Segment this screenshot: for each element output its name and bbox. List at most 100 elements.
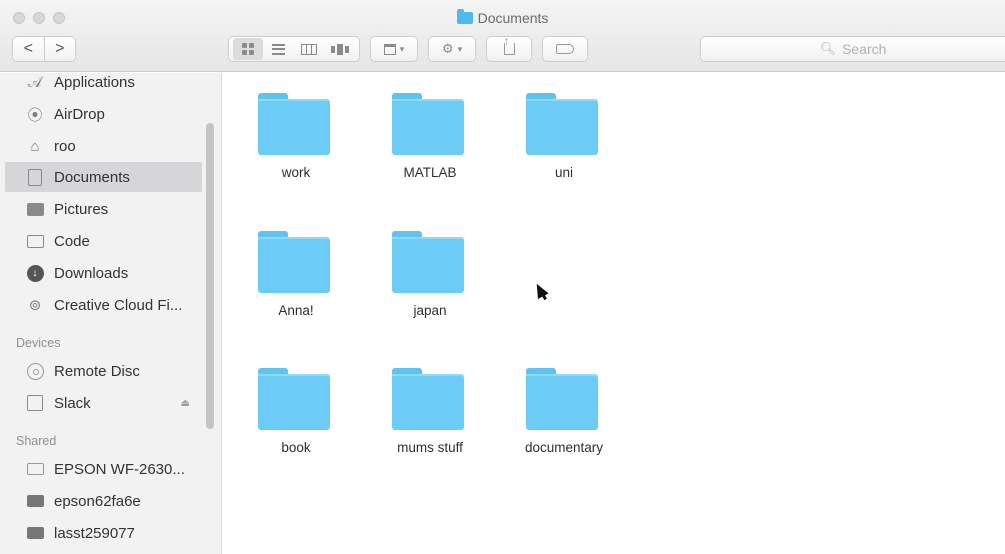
sidebar-item-label: EPSON WF-2630...: [54, 460, 185, 478]
folder-item[interactable]: uni: [499, 79, 619, 189]
sidebar-item-label: Downloads: [54, 264, 129, 282]
remote-disc-icon: [25, 362, 45, 380]
pictures-icon: [25, 200, 45, 218]
list-view-icon: [272, 43, 286, 55]
sidebar-item-label: Documents: [54, 168, 130, 186]
sidebar: 𝒜 Applications ⦿ AirDrop ⌂ roo Documents…: [0, 73, 222, 554]
icon-view-button[interactable]: [233, 38, 263, 60]
folder-icon: [258, 93, 330, 155]
arrange-button[interactable]: ▾: [370, 36, 418, 62]
action-button[interactable]: ⚙ ▾: [428, 36, 476, 62]
folder-icon: [392, 231, 464, 293]
search-icon: 🔍︎: [819, 41, 837, 56]
folder-item[interactable]: book: [231, 354, 351, 464]
folder-icon: [392, 93, 464, 155]
devices-heading: Devices: [16, 336, 61, 350]
sidebar-item-airdrop[interactable]: ⦿ AirDrop: [5, 99, 202, 129]
sidebar-item-remote-disc[interactable]: Remote Disc: [5, 356, 202, 386]
folder-label: mums stuff: [397, 440, 463, 455]
sidebar-item-label: Remote Disc: [54, 362, 140, 380]
chevron-down-icon: ▾: [457, 43, 463, 54]
tag-icon: [556, 44, 574, 54]
folder-label: MATLAB: [403, 165, 457, 180]
cover-flow-icon: [330, 43, 349, 55]
sidebar-item-code[interactable]: Code: [5, 226, 202, 256]
folder-icon: [25, 232, 45, 250]
sidebar-item-documents[interactable]: Documents: [5, 162, 202, 192]
sidebar-item-epson-wf-2630[interactable]: EPSON WF-2630...: [5, 454, 202, 484]
chevron-down-icon: ▾: [399, 43, 405, 54]
sidebar-item-label: Applications: [54, 73, 135, 91]
sidebar-item-pictures[interactable]: Pictures: [5, 194, 202, 224]
sidebar-item-creative-cloud[interactable]: ⊚ Creative Cloud Fi...: [5, 290, 202, 320]
folder-item[interactable]: MATLAB: [365, 79, 485, 189]
printer-icon: [25, 460, 45, 478]
documents-icon: [25, 168, 45, 186]
folder-label: book: [281, 440, 311, 455]
chevron-left-icon: <: [23, 40, 33, 57]
eject-icon[interactable]: ⏏: [181, 398, 190, 409]
folder-label: uni: [554, 165, 573, 180]
creative-cloud-icon: ⊚: [28, 297, 42, 314]
toolbar: Documents < > ▾ ⚙ ▾ ↑ 🔍︎ Search: [0, 0, 1005, 72]
folder-icon: [258, 231, 330, 293]
shared-heading: Shared: [16, 434, 57, 448]
sidebar-item-label: lasst259077: [54, 524, 135, 542]
sidebar-scrollbar[interactable]: [206, 123, 214, 429]
sidebar-item-label: Code: [54, 232, 90, 250]
back-button[interactable]: <: [13, 37, 44, 61]
folder-item[interactable]: Anna!: [231, 217, 351, 327]
sidebar-item-label: Pictures: [54, 200, 109, 218]
folder-item[interactable]: mums stuff: [365, 354, 485, 464]
edit-tags-button[interactable]: [542, 36, 588, 62]
search-placeholder: Search: [842, 41, 887, 57]
window-title: Documents: [0, 9, 1005, 28]
folder-icon: [258, 368, 330, 430]
finder-window: Documents < > ▾ ⚙ ▾ ↑ 🔍︎ Search 𝒜 Applic…: [0, 0, 1005, 554]
view-mode-control: [228, 36, 360, 62]
navigation-buttons: < >: [12, 36, 76, 62]
folder-item[interactable]: documentary: [499, 354, 619, 464]
folder-label: japan: [413, 303, 447, 318]
sidebar-item-label: Creative Cloud Fi...: [54, 296, 183, 314]
computer-icon: [25, 492, 45, 510]
drive-icon: [25, 394, 45, 412]
column-view-icon: [301, 43, 318, 55]
downloads-icon: ↓: [25, 264, 45, 282]
file-grid: work MATLAB uni Anna! japan book mums st…: [223, 73, 1005, 554]
sidebar-item-lasst259077[interactable]: lasst259077: [5, 518, 202, 548]
folder-item[interactable]: work: [231, 79, 351, 189]
gear-icon: ⚙: [441, 41, 454, 56]
folder-icon: [456, 9, 473, 24]
chevron-right-icon: >: [55, 40, 65, 57]
cover-flow-button[interactable]: [325, 38, 355, 60]
sidebar-item-roo[interactable]: ⌂ roo: [5, 131, 202, 161]
search-input[interactable]: 🔍︎ Search: [700, 36, 1005, 62]
share-icon: [503, 34, 515, 55]
list-view-button[interactable]: [264, 38, 294, 60]
folder-item[interactable]: japan: [365, 217, 485, 327]
sidebar-item-downloads[interactable]: ↓ Downloads: [5, 258, 202, 288]
home-icon: ⌂: [30, 137, 40, 155]
folder-icon: [526, 93, 598, 155]
folder-label: Anna!: [278, 303, 314, 318]
applications-icon: 𝒜: [27, 73, 43, 91]
folder-label: work: [281, 165, 311, 180]
sidebar-item-label: AirDrop: [54, 105, 105, 123]
airdrop-icon: ⦿: [27, 106, 43, 124]
sidebar-item-applications[interactable]: 𝒜 Applications: [5, 73, 202, 97]
sidebar-item-epson62fa6e[interactable]: epson62fa6e: [5, 486, 202, 516]
arrange-icon: [383, 43, 396, 55]
icon-view-icon: [242, 43, 254, 55]
computer-icon: [25, 524, 45, 542]
folder-icon: [392, 368, 464, 430]
sidebar-item-label: roo: [54, 137, 76, 155]
folder-icon: [526, 368, 598, 430]
sidebar-item-label: epson62fa6e: [54, 492, 141, 510]
share-button[interactable]: [486, 34, 532, 62]
sidebar-item-label: Slack: [54, 394, 91, 412]
sidebar-item-slack[interactable]: Slack ⏏: [5, 388, 202, 418]
forward-button[interactable]: >: [43, 37, 76, 61]
column-view-button[interactable]: [294, 38, 324, 60]
window-title-text: Documents: [477, 10, 549, 26]
